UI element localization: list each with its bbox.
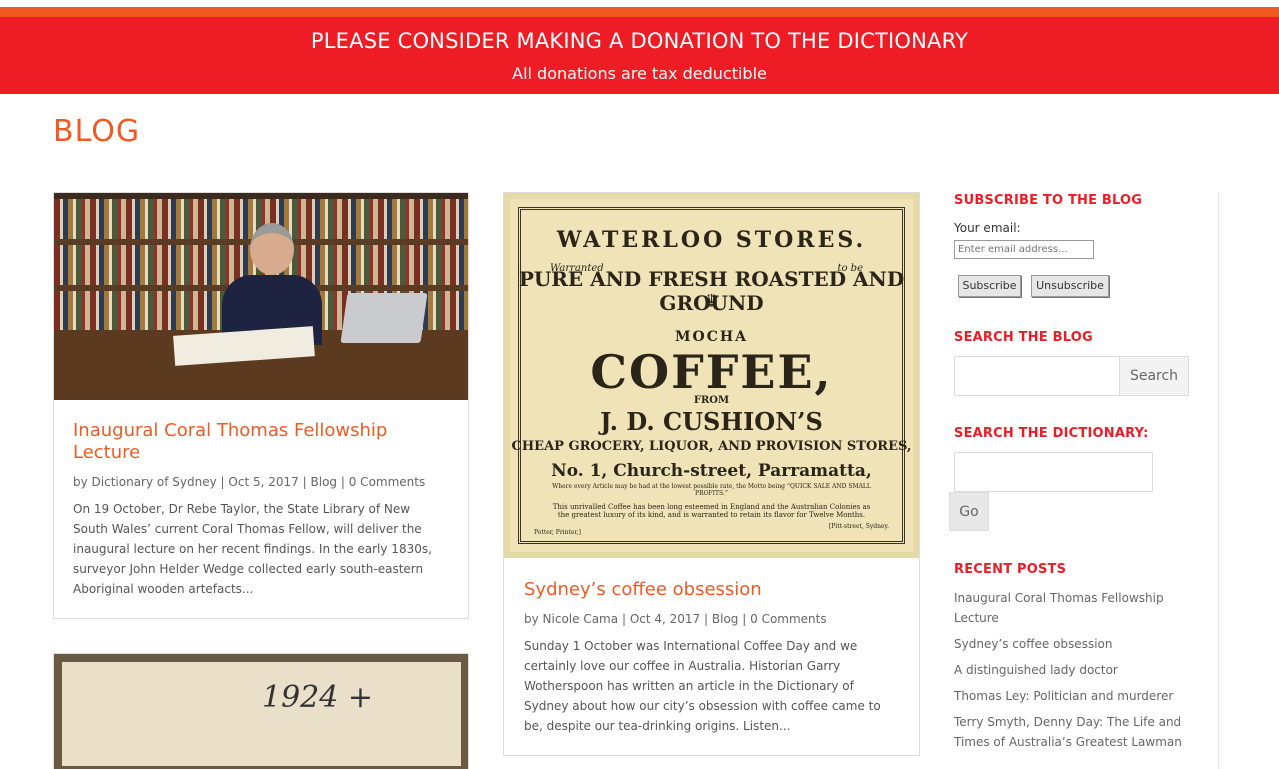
meta-separator: | — [621, 612, 626, 626]
post-photo: 1924 + — [54, 654, 468, 769]
post-card: WATERLOO STORES. Warranted to be PURE AN… — [503, 192, 920, 756]
meta-separator: | — [340, 475, 345, 489]
post-meta: by Nicole Cama | Oct 4, 2017 | Blog | 0 … — [524, 612, 827, 626]
poster-crest: ♛ — [703, 291, 720, 312]
post-photo — [54, 193, 468, 400]
post-date: Oct 4, 2017 — [629, 612, 701, 626]
meta-separator: | — [302, 475, 307, 489]
meta-separator: | — [704, 612, 709, 626]
top-strip — [0, 0, 1279, 7]
post-comments-link[interactable]: 0 Comments — [349, 475, 426, 489]
dictionary-search-input[interactable] — [954, 452, 1153, 492]
search-button[interactable]: Search — [1119, 356, 1189, 396]
post-card: Inaugural Coral Thomas Fellowship Lectur… — [53, 192, 469, 619]
meta-separator: | — [220, 475, 225, 489]
poster-blurb: This unrivalled Coffee has been long est… — [552, 503, 871, 519]
post-date: Oct 5, 2017 — [228, 475, 299, 489]
post-thumbnail[interactable] — [54, 193, 468, 400]
post-author-link[interactable]: Dictionary of Sydney — [92, 475, 217, 489]
recent-post-link[interactable]: Thomas Ley: Politician and murderer — [954, 686, 1184, 706]
top-accent-bar — [0, 7, 1279, 17]
page-title: BLOG — [53, 114, 141, 149]
post-card: 1924 + — [53, 653, 469, 769]
recent-post-link[interactable]: A distinguished lady doctor — [954, 660, 1184, 680]
poster-printer: Potter, Printer,] — [534, 529, 581, 536]
post-category-link[interactable]: Blog — [712, 612, 739, 626]
poster-street: [Pitt-street, Sydney. — [828, 523, 889, 530]
meta-by: by — [524, 612, 539, 626]
poster-coffee: COFFEE, — [590, 345, 833, 399]
unsubscribe-button[interactable]: Unsubscribe — [1031, 275, 1109, 297]
post-title[interactable]: Sydney’s coffee obsession — [524, 579, 894, 601]
post-excerpt: On 19 October, Dr Rebe Taylor, the State… — [73, 502, 432, 596]
post-author-link[interactable]: Nicole Cama — [543, 612, 619, 626]
email-label: Your email: — [954, 221, 1021, 235]
go-button[interactable]: Go — [949, 492, 989, 531]
post-category-link[interactable]: Blog — [311, 475, 338, 489]
sidebar-divider — [1218, 192, 1219, 769]
poster-mocha: MOCHA — [675, 329, 748, 345]
post-thumbnail[interactable]: WATERLOO STORES. Warranted to be PURE AN… — [504, 193, 919, 558]
post-title[interactable]: Inaugural Coral Thomas Fellowship Lectur… — [73, 420, 443, 464]
recent-posts-heading: RECENT POSTS — [954, 562, 1067, 577]
poster-cushion: J. D. CUSHION’S — [600, 407, 823, 436]
recent-post-link[interactable]: Terry Smyth, Denny Day: The Life and Tim… — [954, 712, 1184, 752]
post-meta: by Dictionary of Sydney | Oct 5, 2017 | … — [73, 475, 425, 489]
meta-separator: | — [742, 612, 747, 626]
post-thumbnail[interactable]: 1924 + — [54, 654, 468, 769]
post-comments-link[interactable]: 0 Comments — [750, 612, 827, 626]
search-dictionary-heading: SEARCH THE DICTIONARY: — [954, 426, 1149, 441]
recent-post-link[interactable]: Sydney’s coffee obsession — [954, 634, 1184, 654]
poster-header: WATERLOO STORES. — [556, 227, 867, 253]
donation-banner[interactable]: PLEASE CONSIDER MAKING A DONATION TO THE… — [0, 17, 1279, 94]
recent-post-link[interactable]: Inaugural Coral Thomas Fellowship Lectur… — [954, 588, 1184, 628]
photo-handwriting: 1924 + — [262, 680, 374, 715]
email-field[interactable] — [954, 240, 1094, 259]
subscribe-button[interactable]: Subscribe — [958, 275, 1021, 297]
donation-banner-subtitle: All donations are tax deductible — [512, 64, 767, 83]
meta-by: by — [73, 475, 88, 489]
search-blog-heading: SEARCH THE BLOG — [954, 330, 1093, 345]
search-input[interactable] — [954, 356, 1120, 396]
donation-banner-title[interactable]: PLEASE CONSIDER MAKING A DONATION TO THE… — [0, 29, 1279, 53]
poster-motto: Where every Article may be had at the lo… — [552, 483, 871, 497]
subscribe-heading: SUBSCRIBE TO THE BLOG — [954, 193, 1143, 208]
post-excerpt: Sunday 1 October was International Coffe… — [524, 639, 881, 733]
poster-from: FROM — [693, 395, 730, 406]
poster-address: No. 1, Church-street, Parramatta, — [551, 461, 872, 481]
poster-stores: CHEAP GROCERY, LIQUOR, AND PROVISION STO… — [511, 439, 912, 454]
coffee-poster-image: WATERLOO STORES. Warranted to be PURE AN… — [504, 193, 919, 558]
